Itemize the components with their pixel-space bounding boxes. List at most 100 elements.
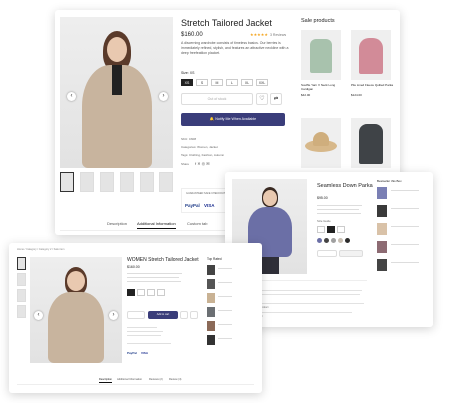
top-rated-thumb[interactable] — [207, 335, 215, 345]
top-rated-thumb[interactable] — [207, 265, 215, 275]
bestseller-heading: Bestseller this Box — [377, 179, 402, 183]
women-title: WOMEN Stretch Tailored Jacket — [127, 257, 199, 263]
women-product-image: ‹ › — [30, 257, 122, 363]
size-label: Size: XS — [181, 71, 195, 75]
product-price: $160.00 — [181, 32, 203, 38]
social-icons[interactable]: f ✕ ◎ ✉ — [195, 162, 210, 166]
thumbnail[interactable] — [17, 257, 26, 270]
color-swatch[interactable] — [324, 238, 329, 243]
size-guide-label[interactable]: Size Guide — [317, 220, 331, 223]
tab-review[interactable]: Review (4) — [169, 378, 181, 381]
quantity-stepper[interactable] — [127, 311, 145, 319]
product-description: A discerning wardrobe consists of timele… — [181, 41, 289, 55]
thumbnail[interactable] — [60, 172, 74, 192]
color-swatch[interactable] — [345, 238, 350, 243]
size-option[interactable] — [327, 226, 335, 233]
size-option[interactable]: XXL — [256, 79, 268, 86]
size-option[interactable]: S — [196, 79, 208, 86]
secure-checkout-box: GUARANTEED SAFE CHECKOUT PayPal VISA — [181, 188, 231, 213]
sale-products-heading: Sale products — [301, 18, 335, 24]
color-swatch[interactable] — [338, 238, 343, 243]
size-option[interactable]: XS — [181, 79, 193, 86]
tab-description[interactable]: Description — [99, 378, 112, 383]
bestseller-thumb[interactable] — [377, 259, 387, 271]
tab-custom[interactable]: Custom tab — [187, 221, 207, 226]
paypal-logo: PayPal — [185, 203, 200, 208]
prev-image-arrow[interactable]: ‹ — [67, 92, 76, 101]
heart-icon: ♡ — [259, 96, 265, 102]
out-of-stock-button: Out of stock — [181, 93, 253, 105]
add-to-cart-button[interactable] — [339, 250, 363, 257]
main-product-image: ‹ › — [60, 17, 173, 168]
sale-item-name[interactable]: Souffle Yarn V Neck Long Cardigan — [301, 83, 345, 91]
out-of-stock-label: Out of stock — [207, 97, 227, 101]
bestseller-thumb[interactable] — [377, 241, 387, 253]
thumbnail[interactable] — [17, 273, 26, 286]
sale-item-image[interactable] — [301, 30, 341, 80]
next-image-arrow[interactable]: › — [159, 92, 168, 101]
top-rated-thumb[interactable] — [207, 321, 215, 331]
notify-me-button[interactable]: 🔔 Notify Me When Available — [181, 113, 285, 126]
thumbnail[interactable] — [100, 172, 114, 192]
sale-item-image[interactable] — [351, 118, 391, 168]
size-option[interactable] — [337, 226, 345, 233]
sale-item-name[interactable]: Pile Lined Fleece Quilted Parka — [351, 83, 395, 87]
parka-price: $95.00 — [317, 196, 328, 200]
size-option[interactable] — [147, 289, 155, 296]
model-figure — [72, 31, 162, 168]
next-image-arrow[interactable]: › — [109, 311, 118, 320]
sale-item-image[interactable] — [351, 30, 391, 80]
bestseller-thumb[interactable] — [377, 205, 387, 217]
categories: Categories: Women, Jacket — [181, 145, 218, 149]
tab-description[interactable]: Description — [107, 221, 127, 226]
thumbnail[interactable] — [120, 172, 134, 192]
sale-item-price: $42.00 — [301, 93, 311, 97]
parka-title: Seamless Down Parka — [317, 183, 373, 189]
thumbnail[interactable] — [140, 172, 154, 192]
size-option[interactable] — [317, 226, 325, 233]
top-rated-thumb[interactable] — [207, 279, 215, 289]
size-option[interactable]: XL — [241, 79, 253, 86]
bestseller-thumb[interactable] — [377, 223, 387, 235]
tab-additional-information[interactable]: Additional Information — [117, 378, 142, 381]
add-to-cart-label: Add to cart — [156, 313, 170, 316]
top-rated-thumb[interactable] — [207, 307, 215, 317]
sale-item-price: $124.00 — [351, 93, 362, 97]
sale-item-image[interactable] — [301, 118, 341, 168]
share-label: Share — [181, 162, 190, 166]
compare-icon: ⇄ — [273, 96, 279, 102]
compare-button[interactable]: ⇄ — [270, 93, 282, 105]
thumbnail[interactable] — [17, 289, 26, 302]
tab-additional-information[interactable]: Additional Information — [137, 221, 176, 229]
color-swatch[interactable] — [317, 238, 322, 243]
size-option[interactable] — [137, 289, 145, 296]
thumbnail[interactable] — [159, 172, 173, 192]
top-rated-thumb[interactable] — [207, 293, 215, 303]
breadcrumb[interactable]: Home / Category / Category 2 / Sale item — [17, 248, 64, 252]
wishlist-button[interactable]: ♡ — [256, 93, 268, 105]
thumbnail[interactable] — [80, 172, 94, 192]
size-option[interactable] — [157, 289, 165, 296]
prev-image-arrow[interactable]: ‹ — [34, 311, 43, 320]
model-figure — [40, 267, 112, 363]
color-swatch[interactable] — [331, 238, 336, 243]
size-option[interactable]: L — [226, 79, 238, 86]
bestseller-thumb[interactable] — [377, 187, 387, 199]
thumbnail[interactable] — [17, 305, 26, 318]
product-page-card-women: Home / Category / Category 2 / Sale item… — [9, 243, 262, 393]
visa-logo: VISA — [204, 203, 215, 208]
sku: SKU: C608 — [181, 137, 197, 141]
review-stars[interactable]: ★★★★★ — [250, 33, 268, 37]
quantity-stepper[interactable] — [317, 250, 337, 257]
size-option[interactable] — [127, 289, 135, 296]
notify-label: Notify Me When Available — [215, 117, 257, 121]
compare-button[interactable] — [190, 311, 198, 319]
tab-reviews[interactable]: Reviews (2) — [149, 378, 163, 381]
product-title: Stretch Tailored Jacket — [181, 18, 272, 28]
add-to-cart-button[interactable]: Add to cart — [148, 311, 178, 319]
visa-logo: VISA — [141, 351, 149, 355]
paypal-logo: PayPal — [127, 351, 137, 355]
size-option[interactable]: M — [211, 79, 223, 86]
wishlist-button[interactable] — [180, 311, 188, 319]
review-count[interactable]: 3 Reviews — [270, 33, 286, 38]
